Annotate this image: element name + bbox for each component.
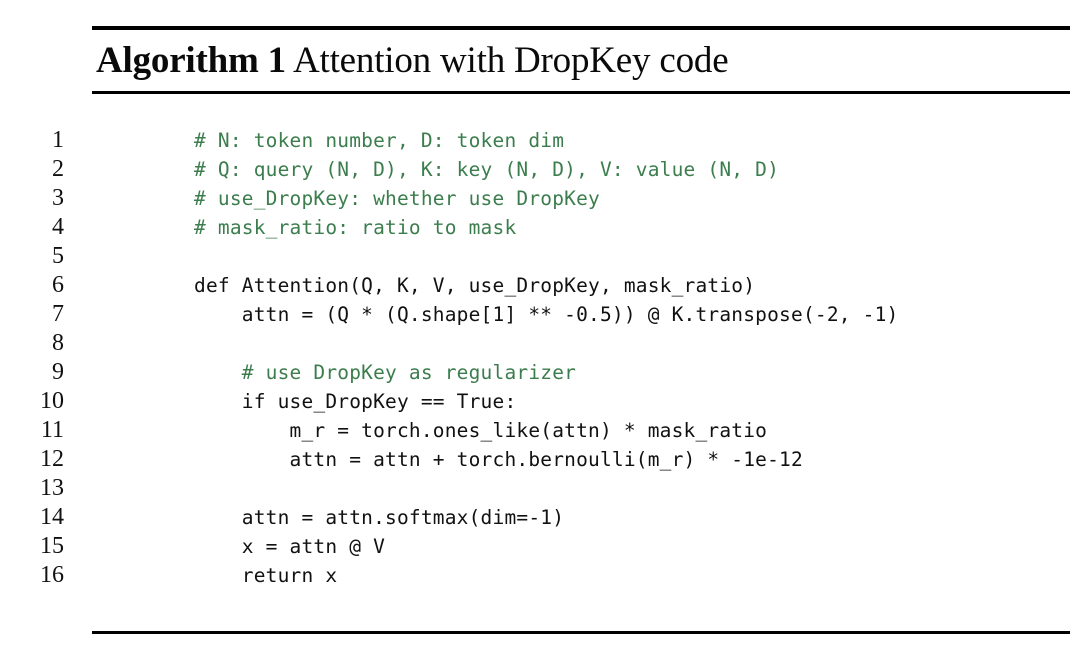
code-line-text: attn = attn + torch.bernoulli(m_r) * -1e… bbox=[194, 448, 803, 471]
code-line-number: 11 bbox=[40, 417, 64, 443]
code-line-number: 6 bbox=[52, 272, 64, 298]
code-line-text: attn = (Q * (Q.shape[1] ** -0.5)) @ K.tr… bbox=[194, 303, 899, 326]
code-line-number: 1 bbox=[52, 127, 64, 153]
code-line-text: # N: token number, D: token dim bbox=[194, 129, 565, 152]
code-line-number: 4 bbox=[52, 214, 64, 240]
code-line-number: 3 bbox=[52, 185, 64, 211]
code-line: 4 # mask_ratio: ratio to mask bbox=[0, 213, 1080, 242]
code-line-number: 8 bbox=[52, 330, 64, 356]
algorithm-title: Algorithm 1 Attention with DropKey code bbox=[96, 36, 1056, 88]
algorithm-bottom-rule bbox=[92, 631, 1070, 634]
code-line: 3 # use_DropKey: whether use DropKey bbox=[0, 184, 1080, 213]
code-line-number: 2 bbox=[52, 156, 64, 182]
code-line-text: def Attention(Q, K, V, use_DropKey, mask… bbox=[194, 274, 756, 297]
code-line-number: 15 bbox=[40, 533, 64, 559]
code-line: 14 attn = attn.softmax(dim=-1) bbox=[0, 503, 1080, 532]
code-line-number: 7 bbox=[52, 301, 64, 327]
code-line-number: 5 bbox=[52, 243, 64, 269]
code-line-text: x = attn @ V bbox=[194, 535, 386, 558]
code-line: 6 def Attention(Q, K, V, use_DropKey, mas… bbox=[0, 271, 1080, 300]
code-line: 10 if use_DropKey == True: bbox=[0, 387, 1080, 416]
code-line: 9 # use DropKey as regularizer bbox=[0, 358, 1080, 387]
algorithm-number-label: Algorithm 1 bbox=[96, 40, 286, 81]
code-line-text: # use DropKey as regularizer bbox=[194, 361, 577, 384]
code-line: 8 bbox=[0, 329, 1080, 358]
code-line-number: 13 bbox=[40, 475, 64, 501]
code-line-number: 12 bbox=[40, 446, 64, 472]
code-line-number: 9 bbox=[52, 359, 64, 385]
code-line: 7 attn = (Q * (Q.shape[1] ** -0.5)) @ K.… bbox=[0, 300, 1080, 329]
code-line-number: 14 bbox=[40, 504, 64, 530]
code-line: 2 # Q: query (N, D), K: key (N, D), V: va… bbox=[0, 155, 1080, 184]
code-line-number: 10 bbox=[40, 388, 64, 414]
algorithm-caption-text: Attention with DropKey code bbox=[293, 40, 729, 81]
code-line-number: 16 bbox=[40, 562, 64, 588]
code-line: 16 return x bbox=[0, 561, 1080, 590]
code-line: 12 attn = attn + torch.bernoulli(m_r) * … bbox=[0, 445, 1080, 474]
algorithm-float: Algorithm 1 Attention with DropKey code … bbox=[0, 0, 1080, 669]
code-line-text: # use_DropKey: whether use DropKey bbox=[194, 187, 600, 210]
algorithm-title-rule bbox=[92, 91, 1070, 94]
code-line-text: attn = attn.softmax(dim=-1) bbox=[194, 506, 565, 529]
code-line: 5 bbox=[0, 242, 1080, 271]
code-line-text: # Q: query (N, D), K: key (N, D), V: val… bbox=[194, 158, 780, 181]
algorithm-caption-label: Attention with DropKey code bbox=[286, 40, 729, 81]
code-line: 11 m_r = torch.ones_like(attn) * mask_ra… bbox=[0, 416, 1080, 445]
code-line: 15 x = attn @ V bbox=[0, 532, 1080, 561]
algorithm-top-rule bbox=[92, 26, 1070, 30]
code-line: 1 # N: token number, D: token dim bbox=[0, 126, 1080, 155]
code-line: 13 bbox=[0, 474, 1080, 503]
code-line-text: return x bbox=[194, 564, 338, 587]
algorithm-code-listing: 1 # N: token number, D: token dim 2 # Q: qu… bbox=[0, 126, 1080, 590]
code-line-text: if use_DropKey == True: bbox=[194, 390, 517, 413]
code-line-text: m_r = torch.ones_like(attn) * mask_ratio bbox=[194, 419, 768, 442]
code-line-text: # mask_ratio: ratio to mask bbox=[194, 216, 517, 239]
